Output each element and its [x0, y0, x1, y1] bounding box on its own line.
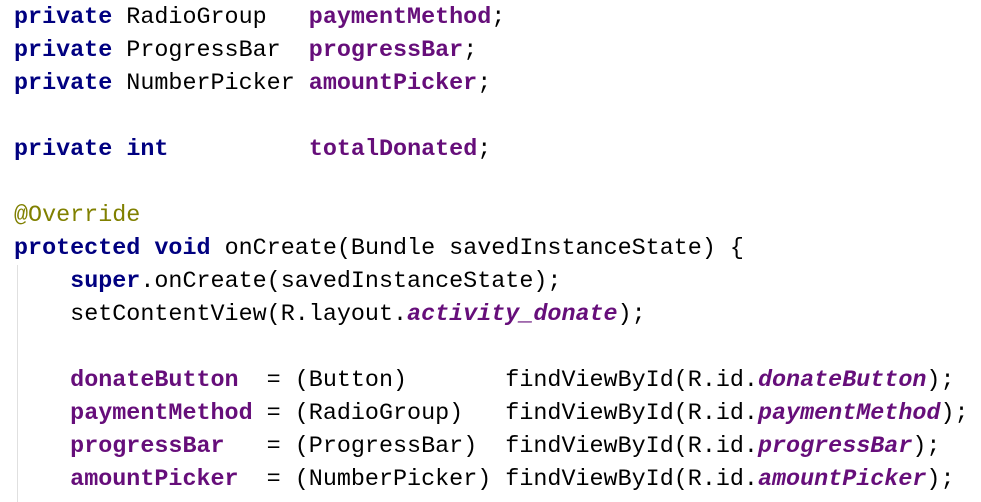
keyword: private [14, 38, 113, 64]
code-line: super.onCreate(savedInstanceState); [14, 266, 969, 299]
call: setContentView(R.layout. [70, 302, 408, 328]
type-name: NumberPicker [112, 71, 309, 97]
code-line: donateButton = (Button) findViewById(R.i… [14, 365, 969, 398]
punct: ); [926, 467, 955, 493]
code-line: paymentMethod = (RadioGroup) findViewByI… [14, 398, 969, 431]
field-name: paymentMethod [70, 401, 253, 427]
field-name: paymentMethod [308, 5, 492, 31]
field-name: progressBar [308, 38, 464, 64]
method-decl: onCreate(Bundle savedInstanceState) { [210, 236, 744, 262]
keyword: protected [14, 236, 141, 262]
punct: ); [617, 302, 646, 328]
code-line: private int totalDonated; [14, 134, 969, 167]
punct: ); [912, 434, 941, 460]
field-name: totalDonated [308, 137, 478, 163]
field-name: progressBar [70, 434, 253, 460]
static-field: paymentMethod [757, 401, 941, 427]
punct: ); [926, 368, 955, 394]
keyword: private [14, 5, 113, 31]
keyword: void [154, 236, 211, 262]
method-signature: protected void onCreate(Bundle savedInst… [14, 233, 969, 266]
static-field: amountPicker [757, 467, 927, 493]
code-line: private NumberPicker amountPicker; [14, 68, 969, 101]
type-name: RadioGroup [112, 5, 309, 31]
type-name: ProgressBar [112, 38, 309, 64]
punct: ; [463, 38, 478, 64]
keyword: private [14, 137, 113, 163]
code-line: setContentView(R.layout.activity_donate)… [14, 299, 969, 332]
static-field: progressBar [757, 434, 913, 460]
code-line: private RadioGroup paymentMethod; [14, 2, 969, 35]
call: .onCreate(savedInstanceState); [140, 269, 562, 295]
field-name: amountPicker [308, 71, 478, 97]
keyword: private [14, 71, 113, 97]
cast-call: = (Button) findViewById(R.id. [252, 368, 758, 394]
code-line: progressBar = (ProgressBar) findViewById… [14, 431, 969, 464]
punct: ); [940, 401, 969, 427]
field-name: amountPicker [70, 467, 253, 493]
annotation: @Override [14, 203, 141, 229]
code-editor[interactable]: private RadioGroup paymentMethod; privat… [14, 2, 969, 497]
punct: ; [477, 71, 492, 97]
keyword: int [126, 137, 169, 163]
code-line: private ProgressBar progressBar; [14, 35, 969, 68]
code-line: amountPicker = (NumberPicker) findViewBy… [14, 464, 969, 497]
keyword: super [70, 269, 141, 295]
punct: ; [491, 5, 506, 31]
field-name: donateButton [70, 368, 253, 394]
cast-call: = (ProgressBar) findViewById(R.id. [252, 434, 758, 460]
static-field: donateButton [757, 368, 927, 394]
cast-call: = (RadioGroup) findViewById(R.id. [252, 401, 758, 427]
cast-call: = (NumberPicker) findViewById(R.id. [252, 467, 758, 493]
padding [168, 137, 308, 163]
static-field: activity_donate [407, 302, 618, 328]
punct: ; [477, 137, 492, 163]
